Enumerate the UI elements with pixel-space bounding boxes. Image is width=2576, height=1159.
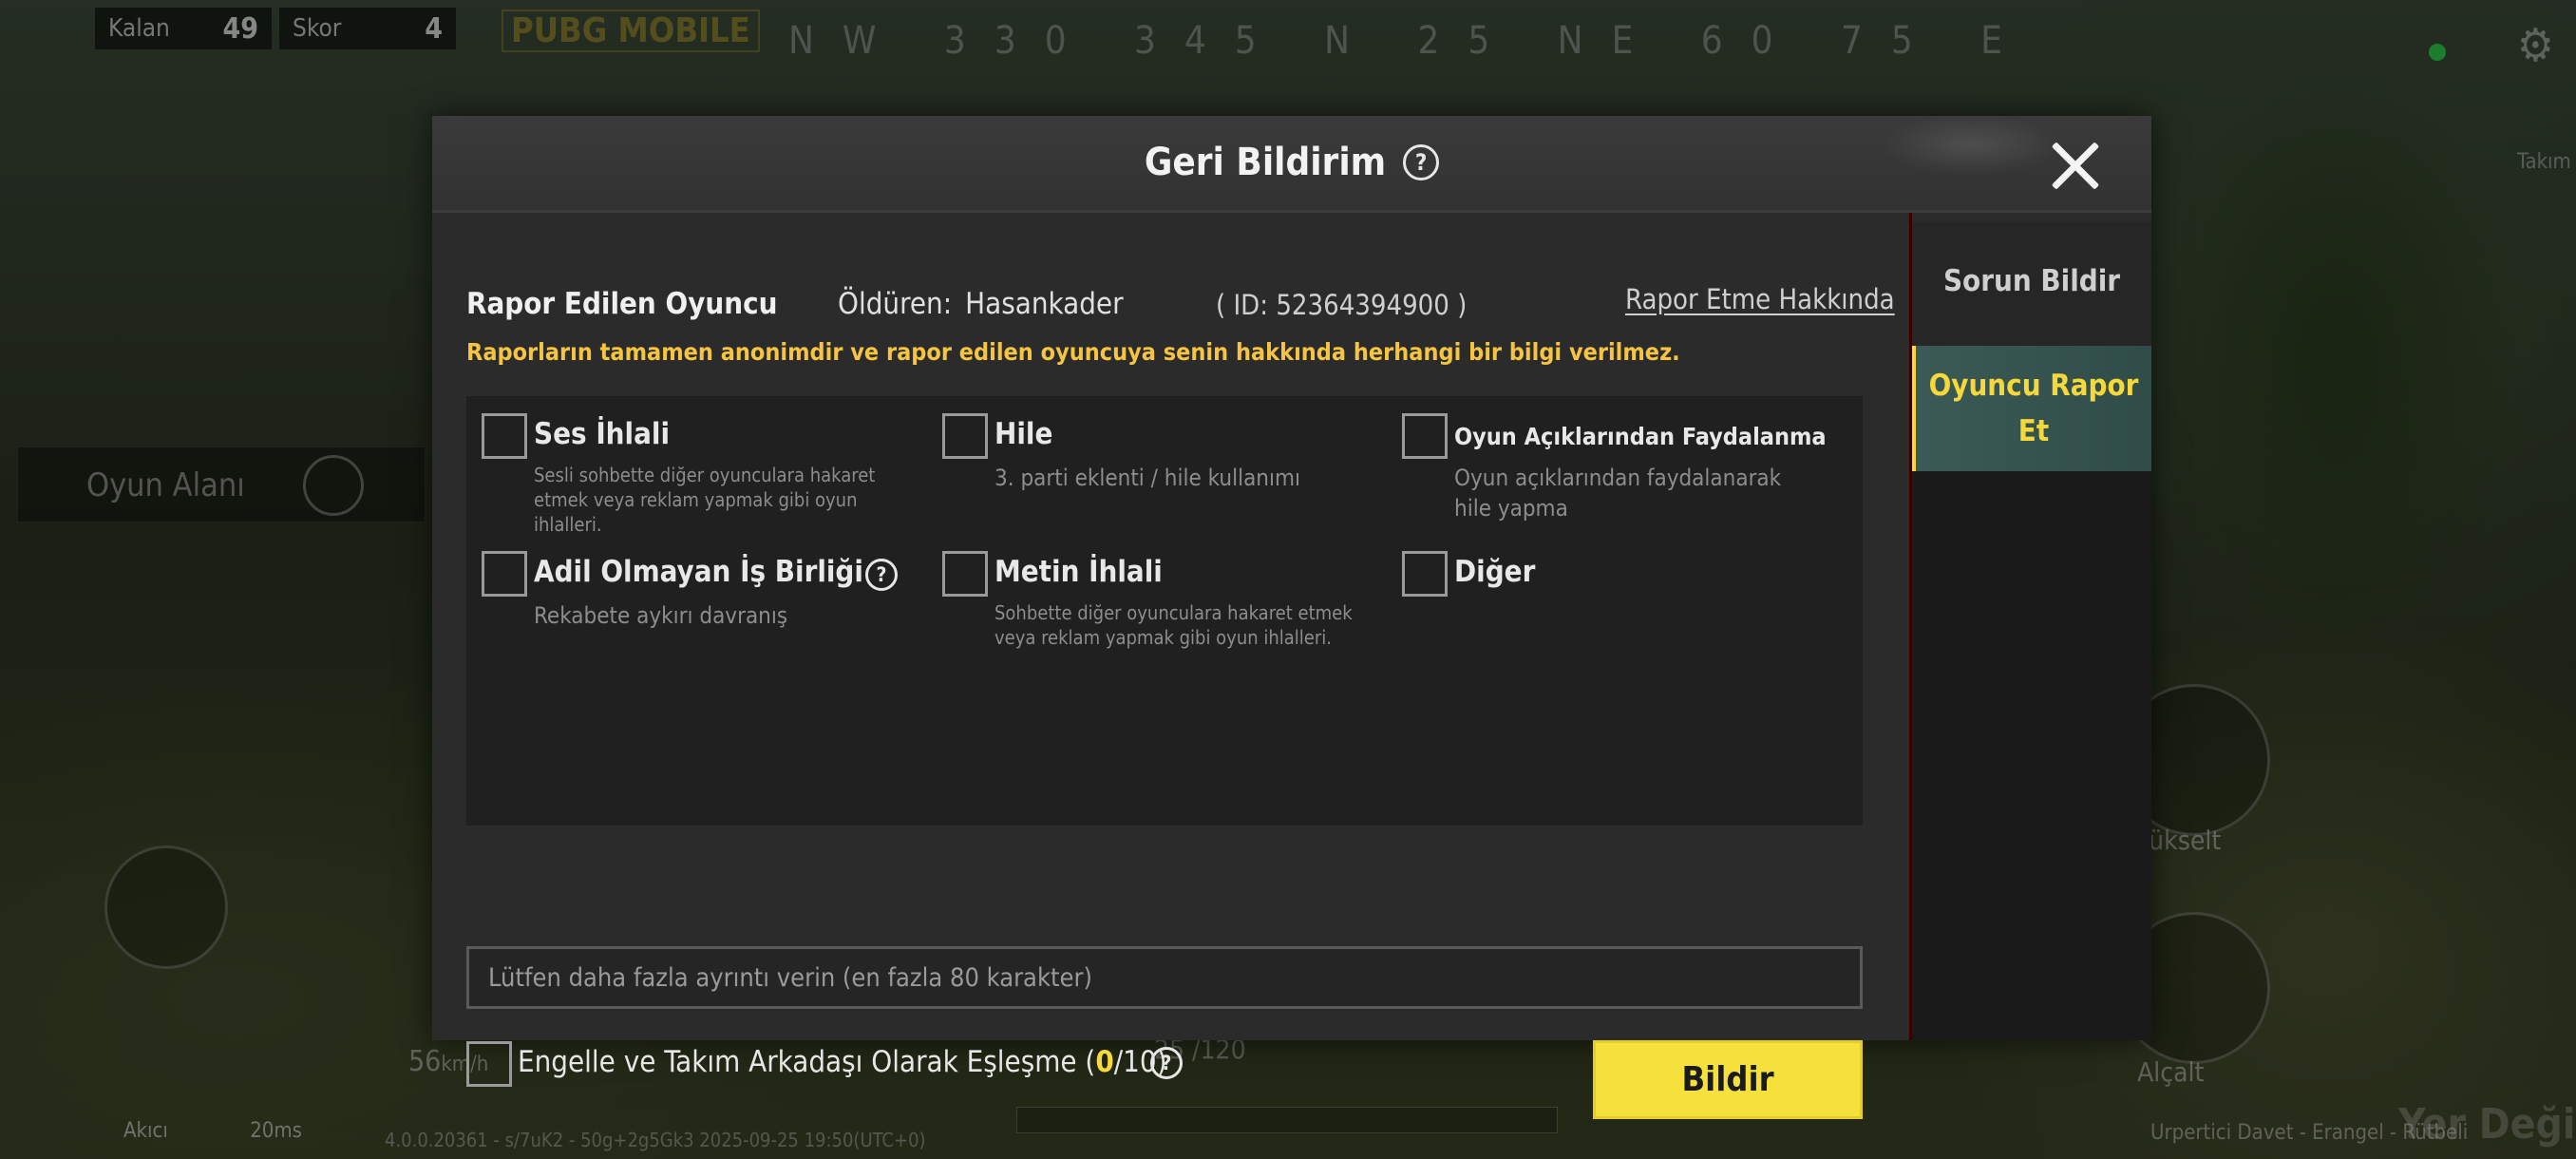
option-title: Ses İhlali	[534, 417, 671, 451]
option-title: Metin İhlali	[994, 555, 1163, 589]
submit-report-button[interactable]: Bildir	[1593, 1040, 1863, 1119]
help-icon[interactable]: ?	[1403, 144, 1440, 180]
feedback-dialog: Geri Bildirim? Rapor Edilen Oyuncu Öldür…	[432, 116, 2151, 1119]
checkbox[interactable]	[482, 413, 527, 459]
checkbox[interactable]	[942, 413, 988, 459]
option-other[interactable]: Diğer	[1402, 551, 1687, 608]
option-desc: Oyun açıklarından faydalanarak hile yapm…	[1454, 465, 1782, 522]
details-input[interactable]	[466, 946, 1863, 1009]
about-reporting-link[interactable]: Rapor Etme Hakkında	[1625, 283, 1895, 315]
block-label: Engelle ve Takım Arkadaşı Olarak Eşleşme…	[518, 1045, 1166, 1079]
killer-name: Hasankader	[965, 287, 1124, 321]
dialog-header: Geri Bildirim?	[432, 116, 2151, 213]
help-icon[interactable]: ?	[865, 559, 898, 591]
checkbox[interactable]	[482, 551, 527, 597]
option-title: Oyun Açıklarından Faydalanma	[1454, 423, 1827, 450]
option-title: Diğer	[1454, 555, 1536, 589]
anonymity-notice: Raporların tamamen anonimdir ve rapor ed…	[466, 338, 1680, 366]
block-count: 0	[1095, 1045, 1114, 1079]
option-voice-violation[interactable]: Ses İhlali Sesli sohbette diğer oyuncula…	[482, 413, 900, 536]
option-exploit[interactable]: Oyun Açıklarından Faydalanma Oyun açıkla…	[1402, 413, 1839, 527]
checkbox[interactable]	[942, 551, 988, 597]
killer-label: Öldüren:	[838, 287, 953, 321]
block-label-prefix: Engelle ve Takım Arkadaşı Olarak Eşleşme…	[518, 1045, 1096, 1079]
option-desc: Rekabete aykırı davranış	[534, 602, 788, 629]
report-content: Rapor Edilen Oyuncu Öldüren: Hasankader (…	[432, 218, 1909, 1119]
reported-player-heading: Rapor Edilen Oyuncu	[466, 287, 778, 321]
close-icon[interactable]	[2049, 139, 2102, 192]
checkbox[interactable]	[1402, 551, 1448, 597]
killer-info: Öldüren: Hasankader	[838, 287, 1124, 321]
dialog-title: Geri Bildirim?	[432, 139, 2151, 184]
help-icon[interactable]: ?	[1150, 1047, 1183, 1079]
player-id: ( ID: 52364394900 )	[1216, 289, 1468, 321]
option-cheat[interactable]: Hile 3. parti eklenti / hile kullanımı	[942, 413, 1360, 527]
checkbox[interactable]	[1402, 413, 1448, 459]
option-title: Hile	[994, 417, 1053, 451]
report-options: Ses İhlali Sesli sohbette diğer oyuncula…	[466, 396, 1863, 826]
dialog-title-text: Geri Bildirim	[1144, 141, 1387, 184]
option-desc: 3. parti eklenti / hile kullanımı	[994, 465, 1301, 491]
option-desc: Sohbette diğer oyunculara hakaret etmek …	[994, 601, 1353, 649]
option-text-violation[interactable]: Metin İhlali Sohbette diğer oyunculara h…	[942, 551, 1360, 656]
option-desc: Sesli sohbette diğer oyunculara hakaret …	[534, 464, 876, 536]
option-unfair-cooperation[interactable]: Adil Olmayan İş Birliği Rekabete aykırı …	[482, 551, 919, 646]
tab-report-issue[interactable]: Sorun Bildir	[1912, 222, 2151, 346]
option-title: Adil Olmayan İş Birliği	[534, 555, 863, 589]
block-checkbox[interactable]	[466, 1041, 512, 1087]
report-sidebar: Sorun Bildir Oyuncu Rapor Et	[1912, 222, 2151, 1040]
tab-report-player[interactable]: Oyuncu Rapor Et	[1912, 346, 2151, 471]
